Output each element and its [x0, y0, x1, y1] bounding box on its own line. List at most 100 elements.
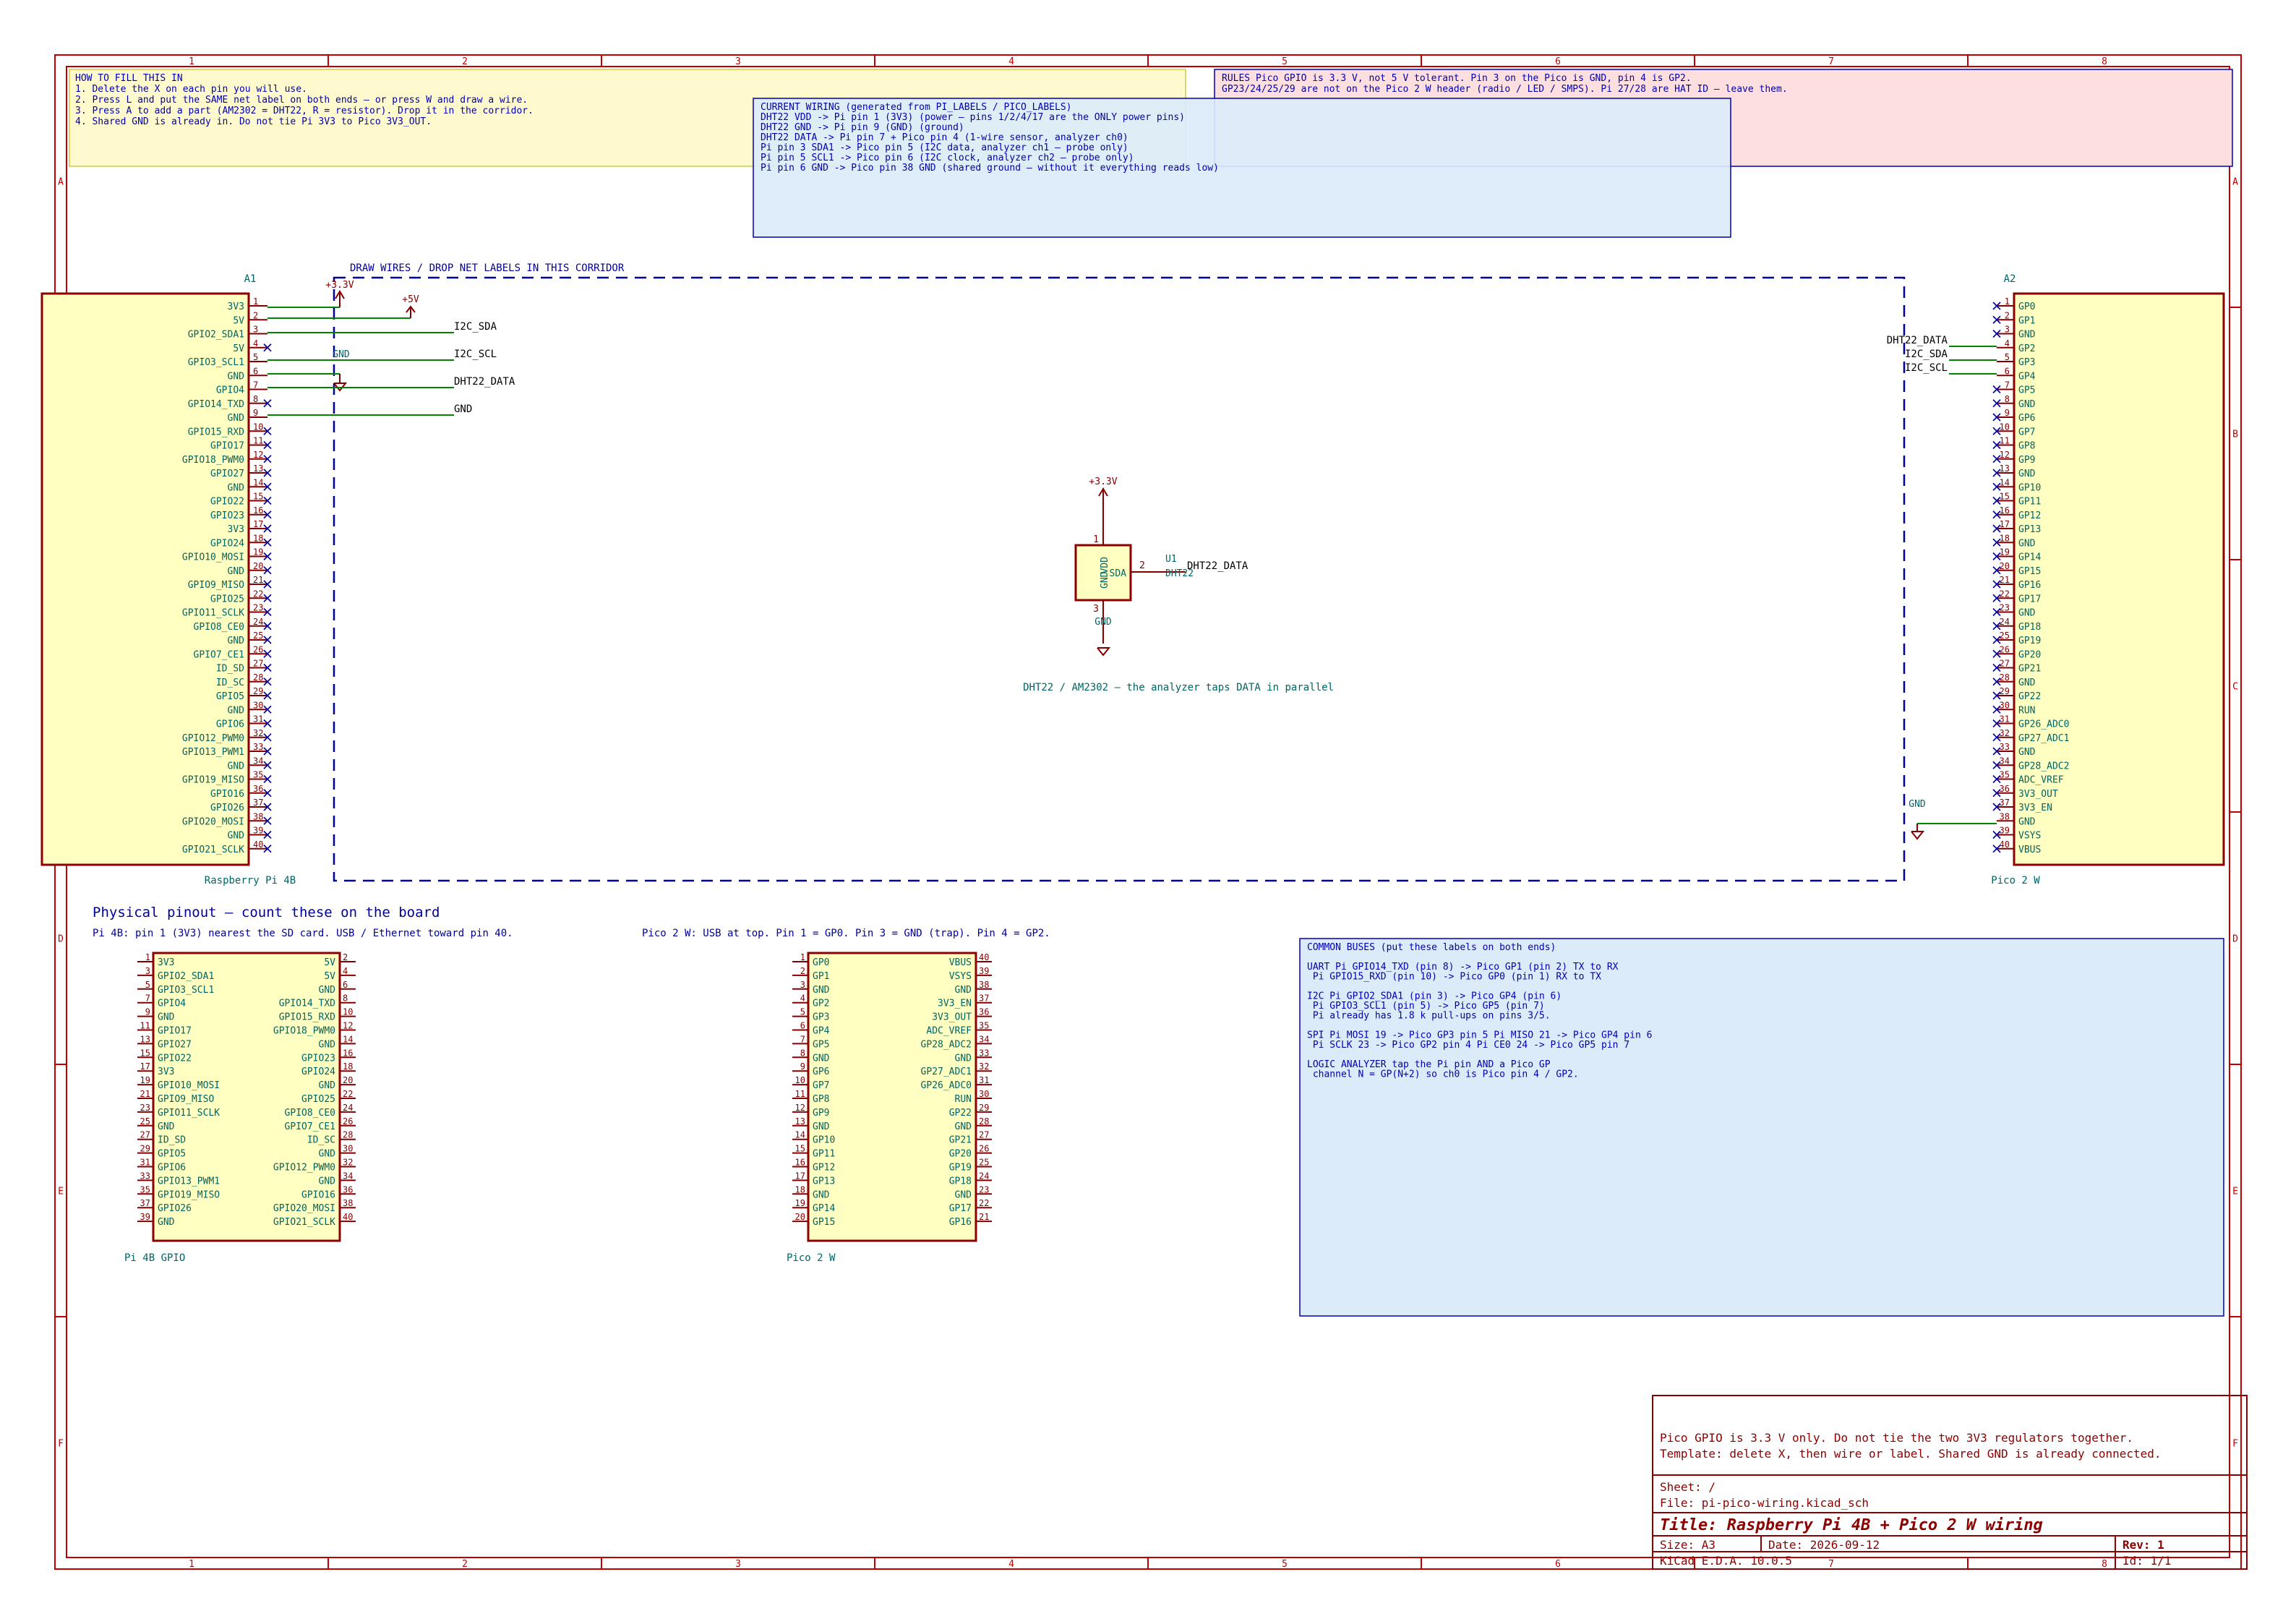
a1-pin-number-25: 25 [253, 631, 263, 641]
a1-pin-number-38: 38 [253, 811, 263, 821]
pinout-pico-right-num-26: 26 [979, 1144, 989, 1154]
pinout-pi-left-num-3: 3 [145, 966, 150, 976]
net-label-i2c-scl-pico[interactable]: I2C_SCL [1905, 362, 1948, 374]
frame-col-top-5: 5 [1282, 56, 1288, 67]
frame-col-bottom-8: 8 [2102, 1559, 2107, 1570]
a1-pin-name-32: GPIO12_PWM0 [182, 733, 244, 744]
schematic-sheet[interactable]: 1122334455667788AABBCCDDEEFF HOW TO FILL… [0, 0, 2296, 1624]
a2-pin-number-15: 15 [2000, 492, 2010, 502]
howto-text-line-4: 4. Shared GND is already in. Do not tie … [75, 116, 432, 127]
net-label-dht22-data-u1[interactable]: DHT22_DATA [1187, 560, 1248, 572]
pinout-pico-left-num-16: 16 [795, 1158, 805, 1168]
frame-row-right-A: A [2232, 177, 2238, 188]
pinout-pico-right-name-35: ADC_VREF [926, 1026, 972, 1037]
howto-text-line-0: HOW TO FILL THIS IN [75, 73, 183, 84]
pinout-pico-left-num-4: 4 [800, 993, 805, 1004]
a1-pin-name-18: GPIO24 [210, 538, 244, 549]
u1-pin-2-number: 2 [1139, 560, 1145, 571]
frame-row-right-C: C [2232, 682, 2238, 693]
pinout-pico-right-num-35: 35 [979, 1021, 989, 1031]
net-label-i2c-sda-pi[interactable]: I2C_SDA [454, 321, 497, 333]
pinout-pi-right-num-10: 10 [343, 1007, 353, 1017]
pinout-pico-right-name-37: 3V3_EN [938, 999, 972, 1009]
pinout-pico-left-num-18: 18 [795, 1184, 805, 1195]
pinout-pi-right-num-16: 16 [343, 1048, 353, 1058]
a1-pin-number-16: 16 [253, 505, 263, 516]
pinout-pico-right-name-34: GP28_ADC2 [921, 1039, 972, 1050]
buses-text-line-10: Pi SCLK 23 -> Pico GP2 pin 4 Pi CE0 24 -… [1307, 1040, 1629, 1051]
pinout-pi-right-name-36: GPIO16 [301, 1189, 335, 1200]
pinout-pico-left-name-9: GP6 [813, 1067, 829, 1077]
current-text-line-5: Pi pin 5 SCL1 -> Pico pin 6 (I2C clock, … [761, 153, 1134, 163]
a2-pin-number-13: 13 [2000, 463, 2010, 474]
pinout-pico-left-name-18: GND [813, 1189, 830, 1200]
a1-pin-number-4: 4 [253, 338, 258, 349]
net-label-i2c-sda-pico[interactable]: I2C_SDA [1905, 349, 1948, 360]
pinout-pi-right-name-40: GPIO21_SCLK [273, 1217, 335, 1228]
a1-pin-number-10: 10 [253, 422, 263, 432]
a1-pin-name-1: 3V3 [228, 302, 244, 312]
pico-side-wiring[interactable]: DHT22_DATA I2C_SDA I2C_SCL GND [1887, 335, 1997, 840]
net-label-dht22-data-pi[interactable]: DHT22_DATA [454, 376, 515, 388]
a2-pin-name-8: GND [2018, 399, 2036, 410]
a2-pin-name-10: GP7 [2018, 427, 2035, 437]
pinout-pi-left-name-39: GND [158, 1217, 175, 1228]
a2-pin-number-2: 2 [2005, 310, 2010, 320]
pinout-pi-left-name-29: GPIO5 [158, 1149, 186, 1160]
a2-pin-number-38: 38 [2000, 811, 2010, 821]
a2-pin-number-10: 10 [2000, 422, 2010, 432]
component-dht22[interactable]: +3.3V 1 VDD GND SDA 2 U1 DHT22 DHT22_DAT… [1023, 476, 1334, 693]
pinout-pico-2-w: Pico 2 W 1 GP02 GP13 GND4 GP25 GP36 GP47 GP58 GN… [787, 952, 992, 1264]
u1-pin-1-number: 1 [1093, 534, 1099, 545]
pi-side-wiring[interactable]: +3.3V +5V I2C_SDA I2C_SCL GND DHT22_DATA… [267, 280, 515, 416]
a2-pin-name-27: GP21 [2018, 664, 2041, 675]
title-rev: Rev: 1 [2122, 1538, 2164, 1552]
a2-pin-number-17: 17 [2000, 519, 2010, 529]
a2-pin-number-32: 32 [2000, 728, 2010, 738]
pinout-pi-left-num-29: 29 [140, 1144, 150, 1154]
a2-pin-number-14: 14 [2000, 477, 2010, 487]
net-label-i2c-scl-pi[interactable]: I2C_SCL [454, 349, 497, 360]
a2-pin-number-25: 25 [2000, 631, 2010, 641]
frame-col-bottom-7: 7 [1828, 1559, 1834, 1570]
u1-ref: U1 [1165, 554, 1177, 565]
a1-pin-number-1: 1 [253, 296, 258, 307]
pinout-pi-right-num-6: 6 [343, 980, 348, 990]
a1-pin-number-19: 19 [253, 547, 263, 557]
a2-pin-name-22: GP17 [2018, 594, 2041, 604]
current-text-line-4: Pi pin 3 SDA1 -> Pico pin 5 (I2C data, a… [761, 142, 1128, 153]
net-label-gnd-pi[interactable]: GND [454, 403, 472, 415]
frame-col-bottom-3: 3 [735, 1559, 741, 1570]
a2-pin-name-4: GP2 [2018, 343, 2035, 354]
pinout-pico-left-name-8: GND [813, 1053, 830, 1064]
a1-pin-name-4: 5V [233, 343, 244, 354]
component-pico-2-w[interactable]: A2 Pico 2 W GP01GP12GND3GP24GP35GP46GP57… [1991, 273, 2225, 886]
net-label-dht22-data-pico[interactable]: DHT22_DATA [1887, 335, 1948, 346]
a2-pin-name-28: GND [2018, 678, 2036, 688]
u1-pin-3-number: 3 [1093, 604, 1099, 615]
a1-pin-name-10: GPIO15_RXD [188, 427, 244, 437]
pinout-pico-left-name-15: GP11 [813, 1149, 835, 1160]
a1-pin-number-30: 30 [253, 700, 263, 710]
a2-pin-number-28: 28 [2000, 672, 2010, 683]
a1-pin-name-15: GPIO22 [210, 497, 244, 508]
frame-col-bottom-4: 4 [1008, 1559, 1014, 1570]
a1-pin-number-37: 37 [253, 798, 263, 808]
pinout-pi-right-num-40: 40 [343, 1212, 353, 1222]
current-text-line-6: Pi pin 6 GND -> Pico pin 38 GND (shared … [761, 163, 1219, 174]
pinout-pico-left-num-20: 20 [795, 1212, 805, 1222]
a2-pin-name-23: GND [2018, 608, 2036, 619]
a1-pin-name-29: GPIO5 [216, 691, 244, 702]
pinout-pico-right-name-38: GND [955, 985, 972, 996]
pinout-pico-right-num-25: 25 [979, 1158, 989, 1168]
a2-pin-number-6: 6 [2005, 366, 2010, 376]
a2-pin-name-33: GND [2018, 747, 2036, 758]
pinout-pico-right-name-22: GP17 [949, 1203, 972, 1214]
component-raspberry-pi-4b[interactable]: A1 Raspberry Pi 4B 3V3 1 5V 2 GPIO2_SDA1 3 5V 4… [40, 273, 296, 886]
frame-row-left-D: D [58, 934, 64, 945]
title-comment-2: Template: delete X, then wire or label. … [1660, 1447, 2162, 1461]
a2-pin-name-7: GP5 [2018, 385, 2035, 396]
a1-pin-name-34: GND [228, 761, 245, 772]
pinout-pico-right-name-33: GND [955, 1053, 972, 1064]
frame-row-right-D: D [2232, 934, 2238, 945]
